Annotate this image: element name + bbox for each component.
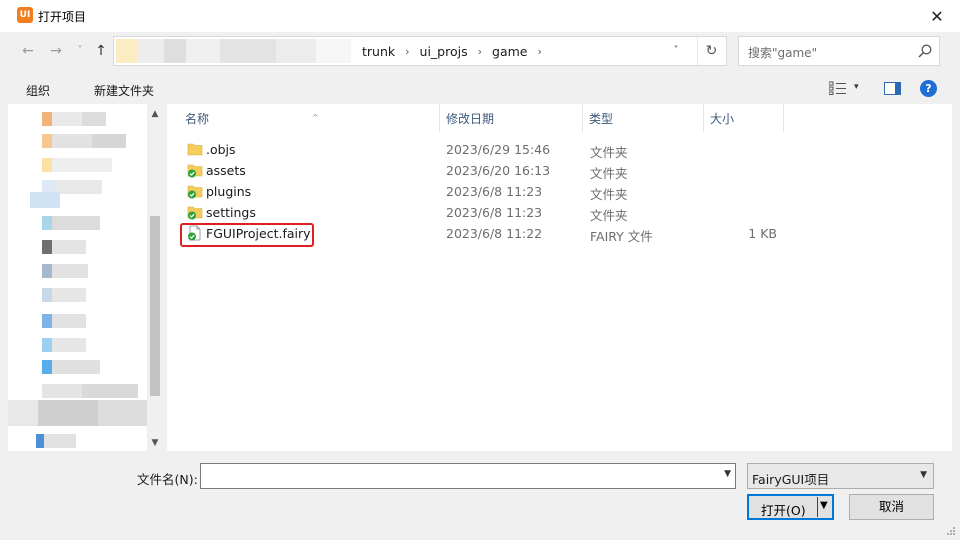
column-header-name[interactable]: 名称 ^ bbox=[175, 104, 440, 132]
chevron-right-icon[interactable]: › bbox=[537, 45, 541, 58]
file-size: 1 KB bbox=[748, 226, 777, 241]
help-icon[interactable]: ? bbox=[920, 80, 937, 97]
breadcrumb-ui-projs[interactable]: ui_projs bbox=[420, 44, 468, 59]
open-dropdown-arrow-icon[interactable]: ▼ bbox=[820, 500, 828, 511]
breadcrumb-trunk[interactable]: trunk bbox=[362, 44, 395, 59]
title-bar: UI 打开项目 ✕ bbox=[0, 0, 960, 32]
column-header-date[interactable]: 修改日期 bbox=[436, 104, 583, 132]
column-header-size[interactable]: 大小 bbox=[700, 104, 784, 132]
file-name: assets bbox=[206, 163, 246, 178]
file-name: settings bbox=[206, 205, 256, 220]
scroll-thumb[interactable] bbox=[150, 216, 160, 396]
app-icon: UI bbox=[17, 7, 33, 23]
file-type: 文件夹 bbox=[590, 187, 628, 202]
folder-synced-icon bbox=[187, 185, 203, 199]
file-date: 2023/6/20 16:13 bbox=[446, 163, 551, 178]
open-button-label: 打开(O) bbox=[761, 503, 806, 518]
search-icon[interactable] bbox=[917, 43, 933, 59]
file-type: 文件夹 bbox=[590, 166, 628, 181]
filetype-select[interactable]: FairyGUI项目 ▼ bbox=[747, 463, 934, 489]
file-type: 文件夹 bbox=[590, 145, 628, 160]
address-dropdown-button[interactable]: ˅ bbox=[664, 37, 688, 65]
table-row[interactable]: .objs 2023/6/29 15:46 文件夹 bbox=[167, 139, 952, 160]
file-date: 2023/6/8 11:23 bbox=[446, 184, 543, 199]
search-input[interactable]: 搜索"game" bbox=[748, 44, 817, 61]
file-name: plugins bbox=[206, 184, 252, 199]
breadcrumb: trunk › ui_projs › game › bbox=[362, 37, 552, 65]
navigation-pane[interactable] bbox=[8, 104, 163, 451]
file-date: 2023/6/8 11:23 bbox=[446, 205, 543, 220]
column-type-label: 类型 bbox=[589, 112, 614, 126]
highlight-annotation-box bbox=[180, 223, 314, 247]
scroll-up-icon[interactable]: ▲ bbox=[147, 106, 163, 122]
folder-synced-icon bbox=[187, 206, 203, 220]
cancel-button[interactable]: 取消 bbox=[849, 494, 934, 520]
split-divider bbox=[817, 497, 818, 517]
recent-locations-button[interactable]: ˅ bbox=[70, 41, 90, 61]
chevron-down-icon[interactable]: ▼ bbox=[724, 469, 731, 479]
new-folder-button[interactable]: 新建文件夹 bbox=[94, 82, 154, 99]
folder-synced-icon bbox=[187, 164, 203, 178]
file-type: 文件夹 bbox=[590, 208, 628, 223]
file-type: FAIRY 文件 bbox=[590, 229, 653, 244]
resize-grip-icon[interactable] bbox=[946, 526, 956, 536]
scroll-down-icon[interactable]: ▼ bbox=[147, 435, 163, 451]
sort-up-icon: ^ bbox=[312, 113, 319, 122]
search-box[interactable]: 搜索"game" bbox=[738, 36, 940, 66]
file-list[interactable]: 名称 ^ 修改日期 类型 大小 .objs 2023/6/29 15:46 文件… bbox=[167, 104, 952, 451]
table-row[interactable]: settings 2023/6/8 11:23 文件夹 bbox=[167, 202, 952, 223]
window-title: 打开项目 bbox=[38, 10, 87, 24]
filetype-value: FairyGUI项目 bbox=[752, 472, 830, 487]
column-header-type[interactable]: 类型 bbox=[579, 104, 704, 132]
navigation-scrollbar[interactable]: ▲ ▼ bbox=[147, 104, 163, 451]
address-blurred-path bbox=[116, 39, 351, 63]
file-date: 2023/6/8 11:22 bbox=[446, 226, 543, 241]
table-row[interactable]: assets 2023/6/20 16:13 文件夹 bbox=[167, 160, 952, 181]
organize-menu[interactable]: 组织 bbox=[26, 82, 50, 99]
up-button[interactable]: ↑ bbox=[91, 41, 111, 61]
folder-icon bbox=[187, 143, 203, 156]
forward-button[interactable]: → bbox=[46, 41, 66, 61]
chevron-down-icon[interactable]: ▾ bbox=[854, 82, 859, 92]
file-date: 2023/6/29 15:46 bbox=[446, 142, 551, 157]
open-button[interactable]: 打开(O) ▼ bbox=[747, 494, 834, 520]
preview-pane-icon[interactable] bbox=[884, 82, 901, 95]
view-options-icon[interactable] bbox=[829, 81, 847, 95]
file-name: .objs bbox=[206, 142, 236, 157]
filename-field[interactable]: ▼ bbox=[200, 463, 736, 489]
refresh-button[interactable]: ↻ bbox=[697, 37, 725, 65]
chevron-down-icon[interactable]: ▼ bbox=[920, 470, 927, 480]
column-date-label: 修改日期 bbox=[446, 112, 495, 126]
breadcrumb-game[interactable]: game bbox=[492, 44, 527, 59]
filename-label: 文件名(N): bbox=[137, 472, 198, 487]
chevron-right-icon[interactable]: › bbox=[478, 45, 482, 58]
back-button[interactable]: ← bbox=[18, 41, 38, 61]
address-bar[interactable]: trunk › ui_projs › game › ˅ ↻ bbox=[113, 36, 727, 66]
column-size-label: 大小 bbox=[710, 112, 735, 126]
close-button[interactable]: ✕ bbox=[914, 0, 960, 32]
column-name-label: 名称 bbox=[185, 112, 210, 126]
chevron-right-icon[interactable]: › bbox=[405, 45, 409, 58]
table-row[interactable]: plugins 2023/6/8 11:23 文件夹 bbox=[167, 181, 952, 202]
